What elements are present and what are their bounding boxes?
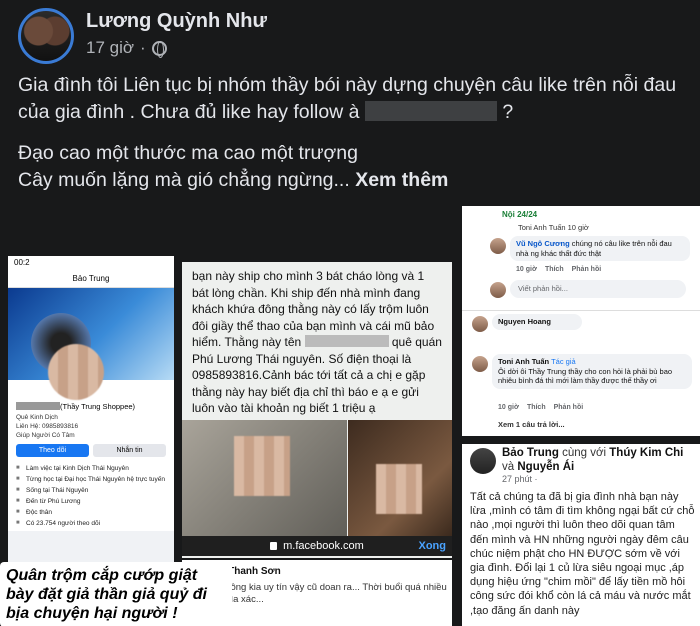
commenter-name: Nguyen Hoang: [498, 317, 551, 326]
post-meta: 17 giờ ·: [86, 38, 167, 58]
commenter-avatar: [490, 282, 506, 298]
commenter-name: Vũ Ngô Cương: [516, 239, 570, 248]
list-item: Độc thân: [16, 507, 166, 518]
profile-name-suffix: (Thầy Trung Shoppee): [60, 402, 136, 411]
like-link: Thích: [526, 404, 546, 411]
comment-time: 10 giờ: [516, 266, 537, 273]
tagged-person: Nguyễn Ái: [517, 461, 575, 473]
redacted-name: [304, 335, 389, 347]
image-caption: Quân trộm cắp cướp giật bày đặt giả thần…: [0, 562, 232, 626]
browser-url-bar: m.facebook.com Xong: [182, 536, 452, 556]
done-button: Xong: [418, 540, 447, 552]
reply-link: Phản hồi: [553, 404, 584, 411]
profile-info-line: Giúp Người Có Tâm: [16, 432, 75, 439]
globe-icon[interactable]: [151, 40, 167, 58]
post-paragraph-3: Cây muốn lặng mà gió chẳng ngừng... Xem …: [18, 167, 678, 194]
more-replies-link: Xem 1 câu trả lời...: [498, 420, 565, 429]
cover-photo: [8, 288, 174, 400]
tagged-person: Thúy Kim Chi: [609, 447, 684, 459]
list-item: Từng học tại Đại học Thái Nguyên hệ trực…: [16, 474, 166, 485]
author-badge: Tác giả: [551, 357, 576, 366]
reply-input: Viết phản hồi...: [510, 280, 686, 298]
list-item: Có 23.754 người theo dõi: [16, 518, 166, 529]
like-link: Thích: [544, 266, 564, 273]
divider: [462, 310, 700, 311]
author-name[interactable]: Lương Quỳnh Như: [86, 10, 267, 33]
commenter-avatar: [472, 356, 488, 372]
browser-url: m.facebook.com: [283, 540, 364, 552]
post-author-avatar: [470, 448, 496, 474]
post-body: Tất cả chúng ta đã bị gia đình nhà bạn n…: [470, 491, 695, 617]
author-avatar[interactable]: [18, 8, 74, 64]
phone-status-time: 00:2: [8, 256, 174, 270]
blurred-face: [234, 436, 290, 496]
blurred-face: [48, 344, 104, 400]
phone-profile-title: Bảo Trung: [8, 270, 174, 288]
comment-bubble: Vũ Ngô Cương chúng nó câu like trên nỗi …: [510, 236, 690, 261]
commenter-name: Toni Anh Tuấn: [498, 357, 550, 366]
post-time[interactable]: 17 giờ: [86, 38, 134, 58]
comment-time: 10 giờ: [498, 404, 519, 411]
post-author-name: Bảo Trung: [502, 447, 559, 459]
post-text: Gia đình tôi Liên tục bị nhóm thầy bói n…: [18, 72, 678, 208]
comments-screenshot: Nội 24/24 Toni Anh Tuấn 10 giờ Vũ Ngô Cư…: [462, 206, 700, 436]
reply-link: Phản hồi: [571, 266, 602, 273]
post-paragraph-1: Gia đình tôi Liên tục bị nhóm thầy bói n…: [18, 72, 678, 126]
post-text-part-a: Gia đình tôi Liên tục bị nhóm thầy bói n…: [18, 74, 677, 123]
blurred-face: [376, 464, 422, 514]
commenter-avatar: [472, 316, 488, 332]
fb-post-screenshot: Bảo Trung cùng với Thúy Kim Chi và Nguyễ…: [462, 444, 700, 626]
comment-text: Ôi dời ôi Thầy Trung thầy cho con hỏi là…: [498, 366, 673, 386]
post-text-part-b: ?: [502, 101, 514, 123]
meta-separator: ·: [140, 38, 146, 57]
profile-info-line: Liên Hệ: 0985893816: [16, 423, 79, 430]
comment-bubble: Toni Anh Tuấn Tác giả Ôi dời ôi Thầy Tru…: [492, 354, 692, 389]
comment-text: mặt ông kia uy tín vậy cũ doan ra... Thờ…: [212, 582, 447, 605]
lock-icon: [270, 542, 278, 550]
post-paragraph-2: Đạo cao một thước ma cao một trượng: [18, 140, 678, 167]
post-author-line: Bảo Trung cùng với Thúy Kim Chi và Nguyễ…: [502, 446, 696, 474]
and-text: và: [502, 461, 515, 473]
post-time: 27 phút ·: [502, 474, 538, 484]
comment-bubble: Nguyen Hoang: [492, 314, 582, 330]
profile-info-line: Quê Kinh Dịch: [16, 414, 58, 421]
redacted-block: [364, 101, 497, 121]
follow-button: Theo dõi: [16, 444, 89, 457]
list-item: Sống tại Thái Nguyên: [16, 485, 166, 496]
list-item: Làm việc tại Kinh Dịch Thái Nguyên: [16, 463, 166, 474]
image-collage[interactable]: 00:2 Bảo Trung (Thầy Trung Shoppee) Quê …: [0, 206, 700, 626]
commenter-avatar: [490, 238, 506, 254]
post-header: Lương Quỳnh Như 17 giờ ·: [18, 8, 678, 64]
comment-actions: 10 giờ Thích Phản hồi: [498, 404, 583, 411]
post-text-line2: Đạo cao một thước ma cao một trượng: [18, 142, 358, 164]
with-text: cùng với: [562, 447, 607, 459]
comment-actions: 10 giờ Thích Phản hồi: [516, 266, 601, 273]
see-more-link[interactable]: Xem thêm: [355, 169, 448, 191]
post-text-line3: Cây muốn lặng mà gió chẳng ngừng...: [18, 169, 350, 191]
message-button: Nhắn tin: [93, 444, 166, 457]
redacted-name: [16, 402, 60, 410]
group-name: Nội 24/24: [502, 210, 538, 219]
profile-info: Quê Kinh Dịch Liên Hệ: 0985893816 Giúp N…: [8, 413, 174, 440]
list-item: Đến từ Phú Lương: [16, 496, 166, 507]
comment-top-line: Toni Anh Tuấn 10 giờ: [518, 223, 589, 232]
profile-buttons: Theo dõi Nhắn tin: [8, 440, 174, 461]
profile-details-list: Làm việc tại Kinh Dịch Thái Nguyên Từng …: [8, 461, 174, 531]
